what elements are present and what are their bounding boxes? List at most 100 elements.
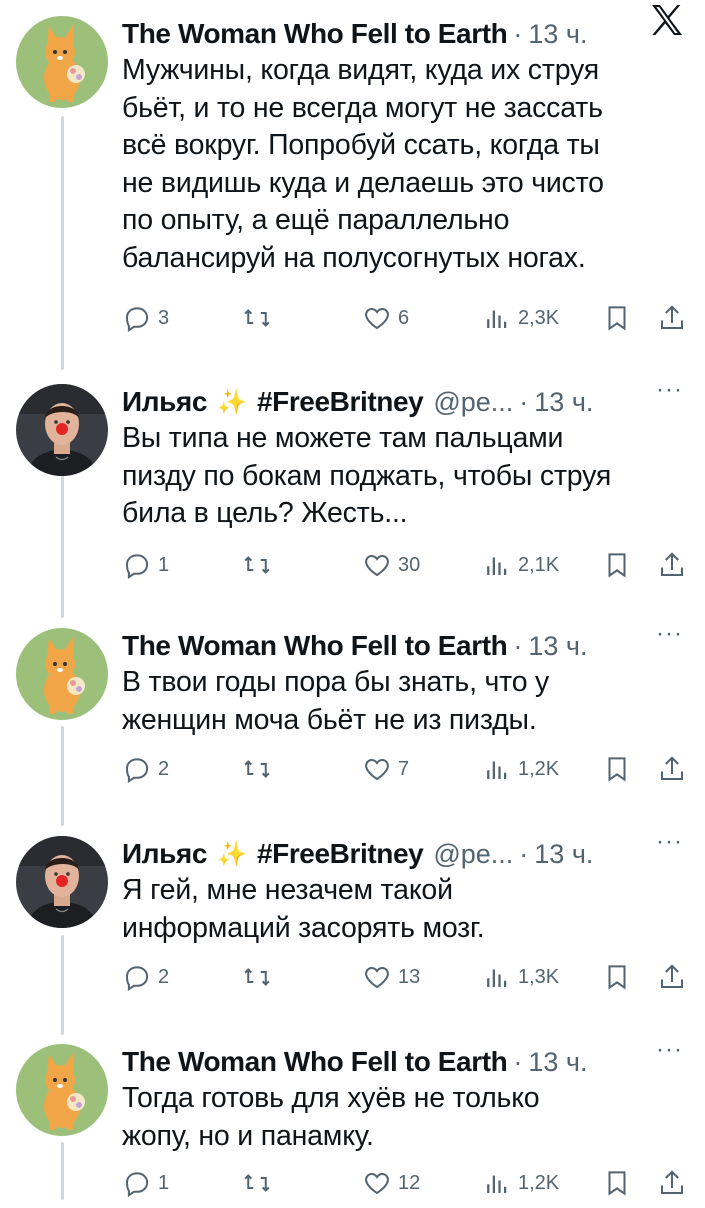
bookmark-button[interactable] [602,754,632,784]
views-icon [487,310,507,328]
author-handle[interactable]: @pe... [433,839,513,870]
reply-icon [125,554,149,579]
separator-dot: · [513,630,523,661]
share-icon [661,552,683,576]
views-button[interactable]: 1,3K [482,962,559,992]
author-name[interactable]: The Woman Who Fell to Earth [122,1046,508,1078]
view-count: 2,1K [518,553,560,576]
timestamp[interactable]: 13 ч. [534,839,593,870]
reply-button[interactable]: 1 [122,1168,169,1198]
bookmark-icon [608,306,626,331]
views-icon [487,761,507,779]
tweet[interactable]: The Woman Who Fell to Earth · 13 ч. ··· … [0,1028,705,1200]
share-button[interactable] [657,754,687,784]
reply-button[interactable]: 2 [122,962,169,992]
like-button[interactable]: 7 [362,754,409,784]
share-icon [661,1170,683,1194]
avatar[interactable] [16,1044,108,1136]
repost-button[interactable] [242,1168,278,1198]
reply-count: 2 [158,757,170,780]
author-tag[interactable]: #FreeBritney [257,386,424,418]
author-name[interactable]: Ильяс [122,386,207,418]
share-button[interactable] [657,1168,687,1198]
views-button[interactable]: 1,2K [482,754,559,784]
timestamp[interactable]: 13 ч. [528,19,587,50]
tweet[interactable]: The Woman Who Fell to Earth · 13 ч. Мужч… [0,0,705,370]
author-tag[interactable]: #FreeBritney [257,838,424,870]
avatar[interactable] [16,836,108,928]
separator-dot: · [513,18,523,49]
like-button[interactable]: 6 [362,303,409,333]
bookmark-icon [608,965,626,990]
reply-icon [125,1172,149,1197]
bookmark-button[interactable] [602,962,632,992]
view-count: 1,2K [518,1171,560,1194]
cat-avatar-image [16,16,108,108]
view-count: 2,3K [518,306,560,329]
view-count: 1,3K [518,965,560,988]
share-icon [661,305,683,329]
like-button[interactable]: 12 [362,1168,420,1198]
reply-button[interactable]: 3 [122,303,169,333]
bookmark-button[interactable] [602,1168,632,1198]
reply-icon [125,758,149,783]
avatar[interactable] [16,628,108,720]
repost-icon [244,556,270,574]
more-options-icon[interactable]: ··· [656,376,683,404]
heart-icon [365,307,389,330]
tweet[interactable]: Ильяс ✨ #FreeBritney @pe... · 13 ч. ··· … [0,820,705,1030]
repost-button[interactable] [242,550,278,580]
timestamp[interactable]: 13 ч. [534,387,593,418]
like-count: 12 [398,1171,421,1194]
heart-icon [365,966,389,989]
avatar[interactable] [16,384,108,476]
reply-count: 1 [158,1171,170,1194]
repost-icon [244,309,270,327]
author-name[interactable]: The Woman Who Fell to Earth [122,630,508,662]
timestamp[interactable]: 13 ч. [528,631,587,662]
views-button[interactable]: 1,2K [482,1168,559,1198]
bookmark-button[interactable] [602,303,632,333]
author-name[interactable]: Ильяс [122,838,207,870]
tweet-header: The Woman Who Fell to Earth · 13 ч. [122,14,689,54]
tweet[interactable]: The Woman Who Fell to Earth · 13 ч. ··· … [0,612,705,822]
repost-button[interactable] [242,754,278,784]
timestamp[interactable]: 13 ч. [528,1047,587,1078]
views-icon [487,557,507,575]
x-logo-icon[interactable] [647,0,687,40]
views-button[interactable]: 2,3K [482,303,559,333]
reply-count: 1 [158,553,170,576]
tweet[interactable]: Ильяс ✨ #FreeBritney @pe... · 13 ч. ··· … [0,368,705,618]
repost-icon [244,968,270,986]
tweet-actions: 1 12 1,2K [122,1168,692,1208]
more-options-icon[interactable]: ··· [656,1036,683,1064]
tweet-actions: 2 7 1,2K [122,754,692,794]
like-count: 13 [398,965,421,988]
like-button[interactable]: 13 [362,962,420,992]
tweet-header: Ильяс ✨ #FreeBritney @pe... · 13 ч. [122,382,689,422]
share-button[interactable] [657,303,687,333]
like-count: 30 [398,553,421,576]
repost-button[interactable] [242,962,278,992]
like-count: 7 [398,757,410,780]
avatar[interactable] [16,16,108,108]
tweet-actions: 3 6 2,3K [122,303,692,343]
more-options-icon[interactable]: ··· [656,828,683,856]
tweet-actions: 2 13 1,3K [122,962,692,1002]
share-button[interactable] [657,962,687,992]
view-count: 1,2K [518,757,560,780]
views-button[interactable]: 2,1K [482,550,559,580]
reply-button[interactable]: 1 [122,550,169,580]
sparkles-emoji: ✨ [217,388,247,416]
more-options-icon[interactable]: ··· [656,620,683,648]
author-handle[interactable]: @pe... [433,387,513,418]
reply-button[interactable]: 2 [122,754,169,784]
author-name[interactable]: The Woman Who Fell to Earth [122,18,508,50]
share-button[interactable] [657,550,687,580]
tweet-text: Мужчины, когда видят, куда их струя бьёт… [122,54,604,274]
like-button[interactable]: 30 [362,550,420,580]
bookmark-button[interactable] [602,550,632,580]
repost-icon [244,1174,270,1192]
separator-dot: · [519,386,529,417]
repost-button[interactable] [242,303,278,333]
